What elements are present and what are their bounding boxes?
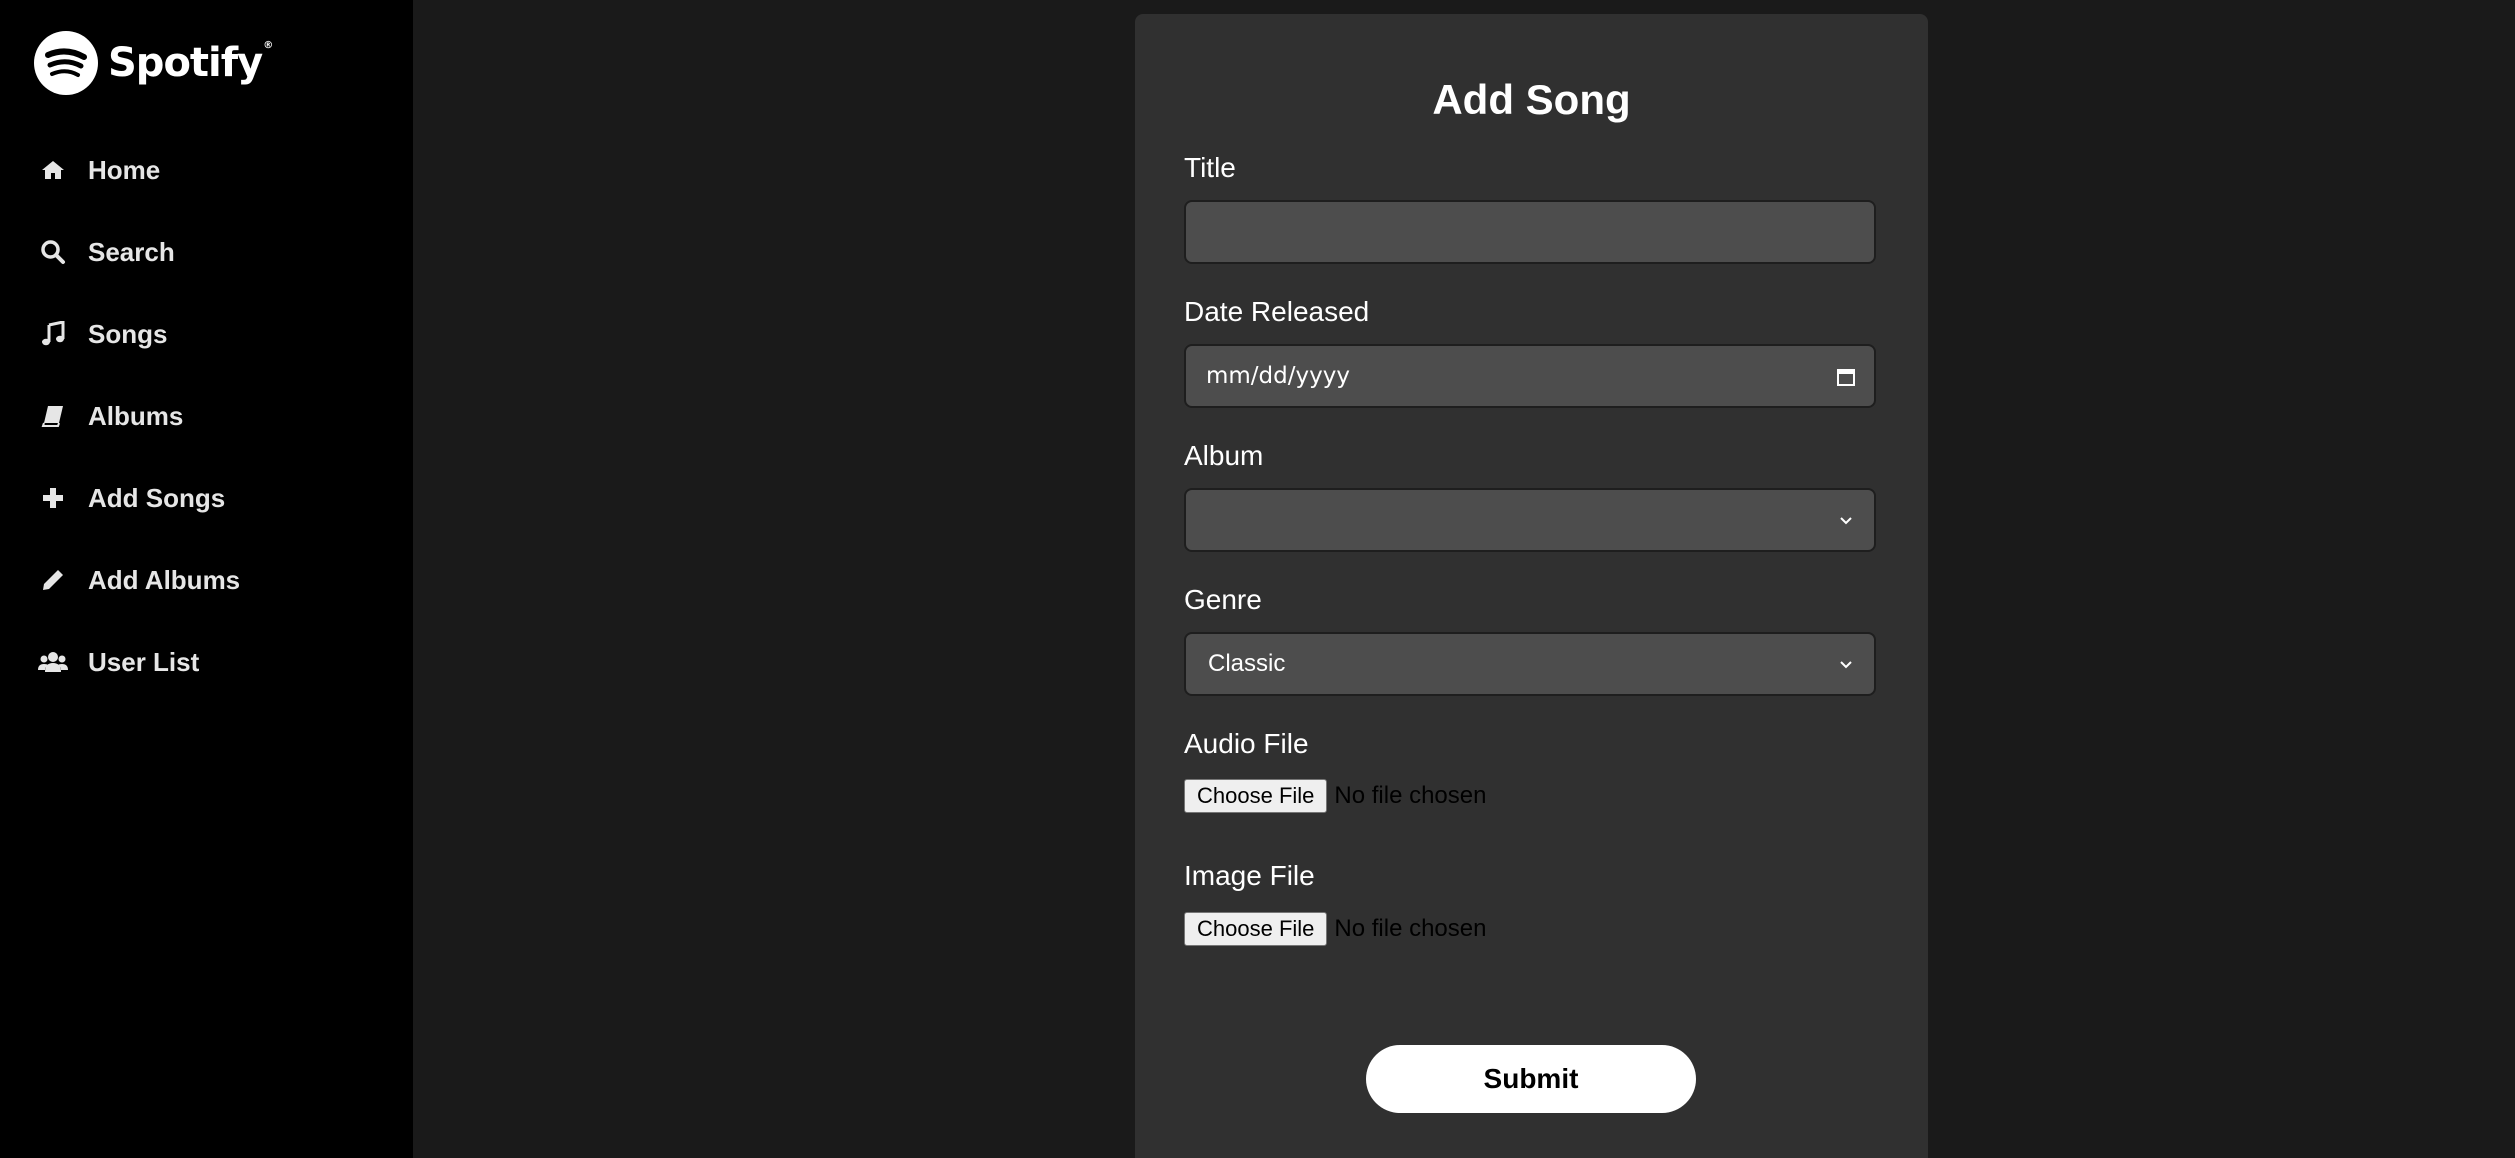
sidebar-item-label: Albums (88, 400, 184, 431)
spotify-wordmark: Spotify® (108, 40, 273, 86)
app-window: Spotify® Home Search Songs Albums Add So… (0, 0, 2515, 1158)
spotify-logo-icon (34, 31, 98, 95)
sidebar-item-label: User List (88, 646, 200, 677)
audio-choose-file-button[interactable]: Choose File (1184, 779, 1328, 813)
music-note-icon (38, 319, 68, 349)
genre-label: Genre (1184, 584, 1262, 615)
image-choose-file-button[interactable]: Choose File (1184, 912, 1328, 946)
chevron-down-icon (1832, 507, 1860, 535)
sidebar-item-label: Add Albums (88, 564, 241, 595)
submit-button[interactable]: Submit (1366, 1045, 1696, 1113)
title-label: Title (1184, 152, 1236, 183)
sidebar-item-albums[interactable]: Albums (38, 394, 183, 438)
date-released-label: Date Released (1184, 296, 1370, 327)
users-icon (38, 647, 68, 677)
sidebar-item-label: Songs (88, 318, 168, 349)
sidebar-item-add-songs[interactable]: Add Songs (38, 476, 225, 520)
pencil-icon (38, 565, 68, 595)
chevron-down-icon (1832, 651, 1860, 679)
title-input[interactable] (1184, 200, 1876, 264)
image-file-status: No file chosen (1334, 915, 1487, 942)
album-label: Album (1184, 440, 1264, 471)
page-title: Add Song (1432, 76, 1631, 123)
audio-file-status: No file chosen (1334, 782, 1487, 809)
date-released-input[interactable]: mm/dd/yyyy (1184, 344, 1876, 408)
image-file-label: Image File (1184, 860, 1315, 891)
sidebar-item-label: Add Songs (88, 482, 226, 513)
audio-file-label: Audio File (1184, 728, 1309, 759)
calendar-icon[interactable] (1832, 363, 1860, 391)
spotify-logo[interactable]: Spotify® (34, 31, 273, 95)
sidebar-item-user-list[interactable]: User List (38, 640, 199, 684)
genre-select-value: Classic (1208, 650, 1286, 677)
sidebar-item-home[interactable]: Home (38, 148, 160, 192)
sidebar-item-label: Home (88, 154, 161, 185)
search-icon (38, 237, 68, 267)
sidebar: Spotify® Home Search Songs Albums Add So… (0, 0, 413, 1158)
plus-icon (38, 483, 68, 513)
sidebar-item-search[interactable]: Search (38, 230, 175, 274)
home-icon (38, 155, 68, 185)
book-icon (38, 401, 68, 431)
audio-file-input: Choose File No file chosen (1184, 779, 1486, 813)
image-file-input: Choose File No file chosen (1184, 912, 1486, 946)
sidebar-item-songs[interactable]: Songs (38, 312, 167, 356)
genre-select[interactable]: Classic (1184, 632, 1876, 696)
sidebar-item-add-albums[interactable]: Add Albums (38, 558, 240, 602)
date-placeholder: mm/dd/yyyy (1206, 363, 1350, 389)
add-song-form: Add Song Title Date Released mm/dd/yyyy … (1135, 14, 1928, 1158)
sidebar-item-label: Search (88, 236, 175, 267)
album-select[interactable] (1184, 488, 1876, 552)
